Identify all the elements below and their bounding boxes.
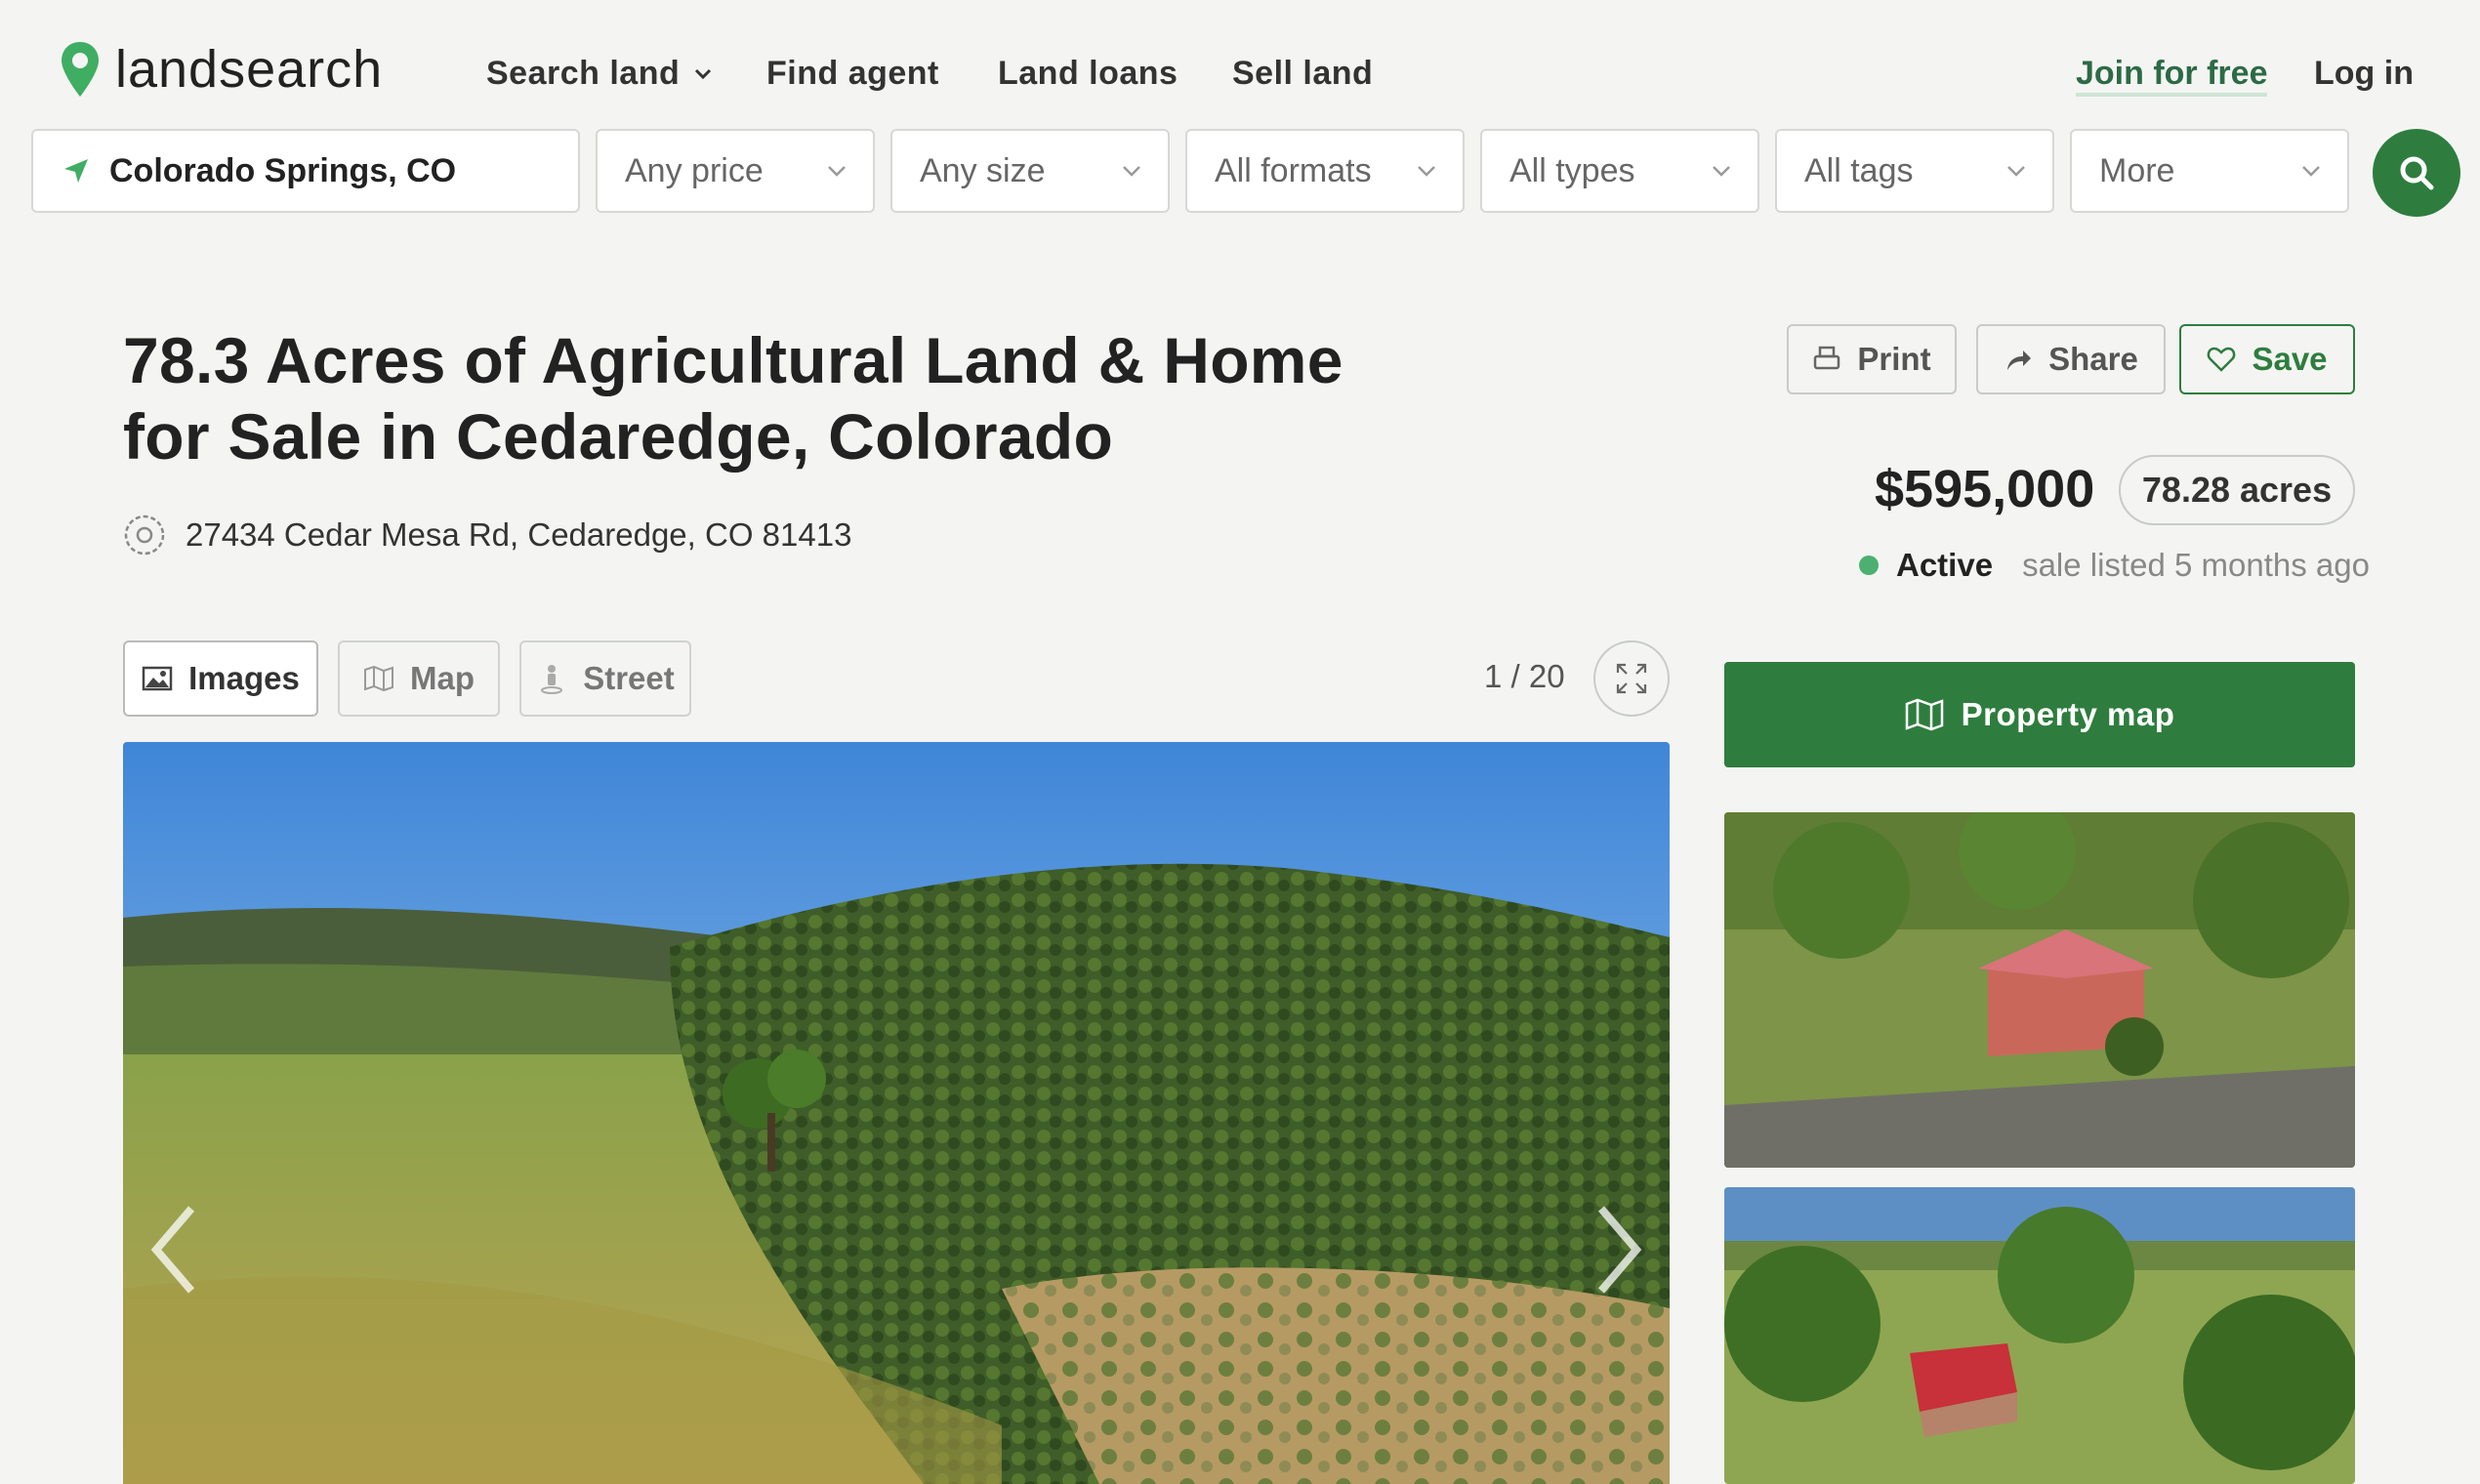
nav-search-land[interactable]: Search land [486,55,713,93]
main-listing-photo[interactable] [123,742,1670,1484]
nav-find-agent[interactable]: Find agent [766,55,939,93]
thumbnail-photo-1[interactable] [1724,812,2355,1168]
nav-land-loans[interactable]: Land loans [998,55,1178,93]
image-icon [142,666,173,691]
acres-badge: 78.28 acres [2119,455,2355,525]
location-target-icon [124,515,165,556]
chevron-down-icon [1418,166,1435,177]
tab-street[interactable]: Street [519,640,691,717]
save-button[interactable]: Save [2179,324,2355,394]
more-filter-label: More [2099,151,2175,189]
tab-street-label: Street [583,660,675,696]
thumbnail-photo-2[interactable] [1724,1187,2355,1484]
chevron-down-icon [828,166,846,177]
next-image-arrow-icon[interactable] [1590,1201,1648,1298]
chevron-down-icon [1713,166,1730,177]
previous-image-arrow-icon[interactable] [145,1201,203,1298]
map-icon [364,665,393,692]
nav-sell-land[interactable]: Sell land [1232,55,1373,93]
listed-time-text: sale listed 5 months ago [2022,547,2370,583]
brand-name: landsearch [115,40,384,99]
chevron-down-icon [2302,166,2320,177]
formats-filter-label: All formats [1215,151,1372,189]
listing-title: 78.3 Acres of Agricultural Land & Home f… [123,324,1343,473]
size-filter-dropdown[interactable]: Any size [890,129,1170,213]
search-icon [2400,156,2434,190]
nav-search-land-label: Search land [486,55,681,92]
tags-filter-dropdown[interactable]: All tags [1775,129,2054,213]
location-search-input[interactable]: Colorado Springs, CO [31,129,580,213]
status-text: Active [1896,547,1994,583]
chevron-down-icon [695,68,712,79]
more-filter-dropdown[interactable]: More [2070,129,2349,213]
search-button[interactable] [2373,129,2460,217]
tab-images-label: Images [188,660,300,696]
property-map-label: Property map [1961,696,2175,732]
landscape-photo [123,742,1670,1484]
map-pin-logo-icon [62,42,99,97]
log-in-link[interactable]: Log in [2314,55,2414,93]
print-label: Print [1857,341,1931,377]
printer-icon [1814,346,1840,370]
active-status-dot [1859,556,1879,575]
address-text: 27434 Cedar Mesa Rd, Cedaredge, CO 81413 [186,516,852,553]
aerial-farm-photo [1724,1187,2355,1484]
chevron-down-icon [1123,166,1140,177]
share-button[interactable]: Share [1976,324,2166,394]
types-filter-label: All types [1509,151,1635,189]
save-label: Save [2252,341,2328,377]
size-filter-label: Any size [920,151,1046,189]
share-arrow-icon [2007,350,2032,370]
listing-status: Active sale listed 5 months ago [1859,547,2370,584]
join-for-free-link[interactable]: Join for free [2076,55,2268,97]
share-label: Share [2048,341,2138,377]
location-value: Colorado Springs, CO [109,151,457,189]
print-button[interactable]: Print [1787,324,1957,394]
tags-filter-label: All tags [1804,151,1914,189]
tab-map-label: Map [410,660,475,696]
listing-price: $595,000 [1875,460,2095,518]
landsearch-logo[interactable]: landsearch [59,37,383,102]
heart-icon [2208,347,2236,372]
map-icon [1905,698,1943,731]
fullscreen-button[interactable] [1593,640,1670,717]
property-map-button[interactable]: Property map [1724,662,2355,767]
chevron-down-icon [2007,166,2025,177]
formats-filter-dropdown[interactable]: All formats [1185,129,1465,213]
price-filter-dropdown[interactable]: Any price [596,129,875,213]
tab-images[interactable]: Images [123,640,318,717]
aerial-house-photo [1724,812,2355,1168]
types-filter-dropdown[interactable]: All types [1480,129,1759,213]
street-view-person-icon [541,665,563,694]
expand-icon [1616,663,1647,694]
tab-map[interactable]: Map [338,640,500,717]
location-arrow-icon [64,159,88,183]
listing-address: 27434 Cedar Mesa Rd, Cedaredge, CO 81413 [123,514,851,556]
price-filter-label: Any price [625,151,764,189]
image-counter: 1 / 20 [1484,658,1565,694]
site-header: landsearch Search land Find agent Land l… [0,0,2480,127]
